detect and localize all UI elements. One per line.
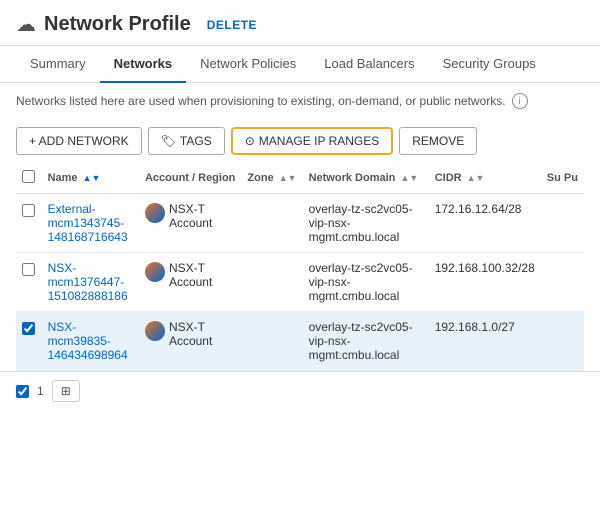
row-checkbox-cell xyxy=(16,253,42,312)
row-su-0 xyxy=(541,194,584,253)
header: ☁ Network Profile DELETE xyxy=(0,0,600,46)
row-domain-2: overlay-tz-sc2vc05-vip-nsx-mgmt.cmbu.loc… xyxy=(303,312,429,371)
tab-networks[interactable]: Networks xyxy=(100,46,187,83)
footer-checkbox[interactable] xyxy=(16,385,29,398)
row-checkbox-1[interactable] xyxy=(22,263,35,276)
toolbar: + ADD NETWORK 🏷 TAGS ⊙ MANAGE IP RANGES … xyxy=(0,119,600,163)
row-name-2: NSX-mcm39835-146434698964 xyxy=(42,312,139,371)
cloud-icon: ☁ xyxy=(16,12,36,37)
tab-network-policies[interactable]: Network Policies xyxy=(186,46,310,83)
page-title: Network Profile xyxy=(44,13,191,36)
tag-icon: 🏷 xyxy=(161,134,176,148)
account-text-1: NSX-T Account xyxy=(169,261,235,289)
col-header-domain: Network Domain ▲▼ xyxy=(303,163,429,194)
tab-load-balancers[interactable]: Load Balancers xyxy=(310,46,428,83)
footer: 1 ⊞ xyxy=(0,371,600,410)
col-header-account: Account / Region xyxy=(139,163,241,194)
row-checkbox-2[interactable] xyxy=(22,322,35,335)
row-zone-1 xyxy=(241,253,302,312)
row-checkbox-cell xyxy=(16,312,42,371)
col-header-check[interactable] xyxy=(16,163,42,194)
pagination-button[interactable]: ⊞ xyxy=(52,380,80,402)
tab-security-groups[interactable]: Security Groups xyxy=(429,46,550,83)
row-checkbox-cell xyxy=(16,194,42,253)
row-account-2: NSX-T Account xyxy=(139,312,241,371)
manage-ip-ranges-label: MANAGE IP RANGES xyxy=(259,134,379,148)
row-domain-1: overlay-tz-sc2vc05-vip-nsx-mgmt.cmbu.loc… xyxy=(303,253,429,312)
row-domain-0: overlay-tz-sc2vc05-vip-nsx-mgmt.cmbu.loc… xyxy=(303,194,429,253)
table-row: NSX-mcm39835-146434698964 NSX-T Account … xyxy=(16,312,584,371)
info-bar: Networks listed here are used when provi… xyxy=(0,83,600,119)
table-row: External-mcm1343745-148168716643 NSX-T A… xyxy=(16,194,584,253)
footer-count: 1 xyxy=(37,384,44,398)
info-icon: i xyxy=(512,93,528,109)
row-name-1: NSX-mcm1376447-151082888186 xyxy=(42,253,139,312)
row-account-1: NSX-T Account xyxy=(139,253,241,312)
account-text-0: NSX-T Account xyxy=(169,202,235,230)
row-su-1 xyxy=(541,253,584,312)
col-header-su: Su Pu xyxy=(541,163,584,194)
nav-tabs: Summary Networks Network Policies Load B… xyxy=(0,46,600,83)
manage-ip-ranges-button[interactable]: ⊙ MANAGE IP RANGES xyxy=(231,127,394,155)
row-cidr-0: 172.16.12.64/28 xyxy=(429,194,541,253)
tab-summary[interactable]: Summary xyxy=(16,46,100,83)
row-su-2 xyxy=(541,312,584,371)
domain-sort-icon[interactable]: ▲▼ xyxy=(400,173,418,183)
name-sort-icon[interactable]: ▲▼ xyxy=(83,173,101,183)
network-name-link-2[interactable]: NSX-mcm39835-146434698964 xyxy=(48,320,128,362)
account-icon-0 xyxy=(145,203,165,223)
tags-button[interactable]: 🏷 TAGS xyxy=(148,127,225,155)
row-zone-0 xyxy=(241,194,302,253)
row-cidr-1: 192.168.100.32/28 xyxy=(429,253,541,312)
add-network-button[interactable]: + ADD NETWORK xyxy=(16,127,142,155)
tags-label: TAGS xyxy=(180,134,212,148)
row-checkbox-0[interactable] xyxy=(22,204,35,217)
remove-button[interactable]: REMOVE xyxy=(399,127,477,155)
col-header-cidr: CIDR ▲▼ xyxy=(429,163,541,194)
cidr-sort-icon[interactable]: ▲▼ xyxy=(467,173,485,183)
network-name-link-0[interactable]: External-mcm1343745-148168716643 xyxy=(48,202,128,244)
row-zone-2 xyxy=(241,312,302,371)
zone-sort-icon[interactable]: ▲▼ xyxy=(279,173,297,183)
account-text-2: NSX-T Account xyxy=(169,320,235,348)
delete-button[interactable]: DELETE xyxy=(207,18,257,32)
col-header-zone: Zone ▲▼ xyxy=(241,163,302,194)
col-header-name: Name ▲▼ xyxy=(42,163,139,194)
network-name-link-1[interactable]: NSX-mcm1376447-151082888186 xyxy=(48,261,128,303)
row-name-0: External-mcm1343745-148168716643 xyxy=(42,194,139,253)
row-cidr-2: 192.168.1.0/27 xyxy=(429,312,541,371)
table-container: Name ▲▼ Account / Region Zone ▲▼ Network… xyxy=(0,163,600,371)
table-row: NSX-mcm1376447-151082888186 NSX-T Accoun… xyxy=(16,253,584,312)
account-icon-2 xyxy=(145,321,165,341)
info-text: Networks listed here are used when provi… xyxy=(16,94,506,108)
account-icon-1 xyxy=(145,262,165,282)
ip-icon: ⊙ xyxy=(245,134,255,148)
row-account-0: NSX-T Account xyxy=(139,194,241,253)
select-all-checkbox[interactable] xyxy=(22,170,35,183)
